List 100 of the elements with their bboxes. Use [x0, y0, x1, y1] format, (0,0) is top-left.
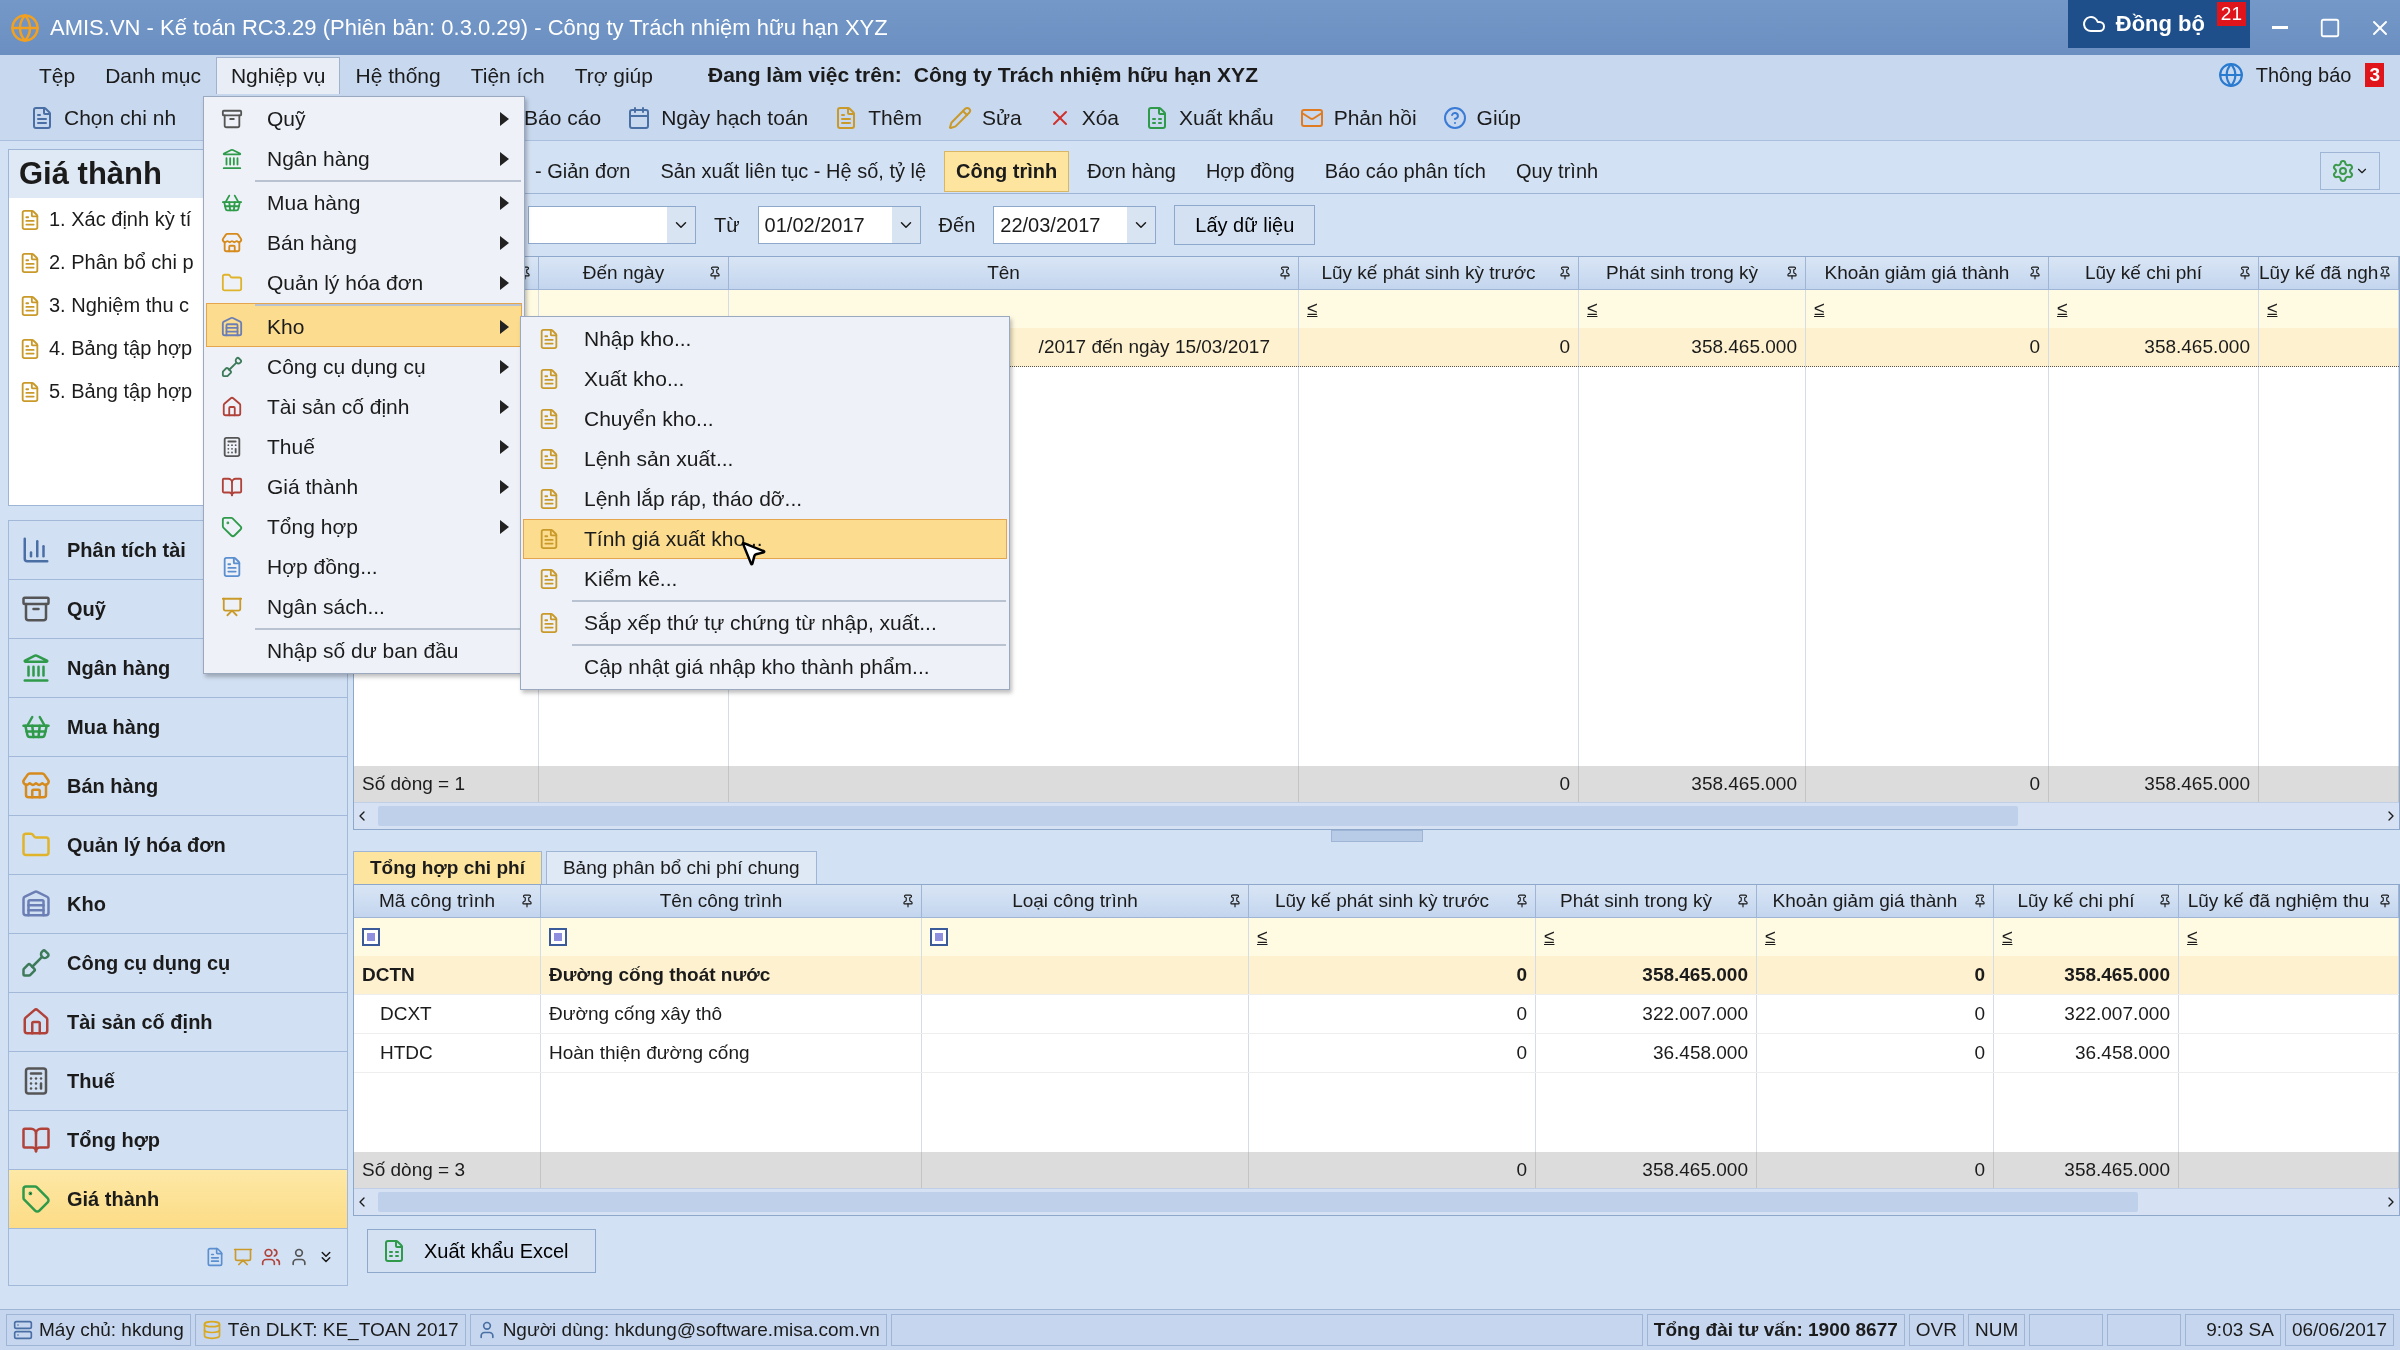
- nav-button[interactable]: Công cụ dụng cụ: [8, 934, 348, 993]
- pin-icon[interactable]: [1278, 266, 1292, 280]
- pin-icon[interactable]: [520, 894, 534, 908]
- table-row[interactable]: DCTN Đường cống thoát nước 0 358.465.000 0 358.465.000: [354, 956, 2399, 995]
- tab[interactable]: Đơn hàng: [1075, 150, 1188, 192]
- pin-icon[interactable]: [2378, 894, 2392, 908]
- menu-item[interactable]: Kiểm kê...: [523, 559, 1007, 599]
- filter-operator[interactable]: ≤: [1814, 298, 1825, 320]
- to-date-field[interactable]: 22/03/2017: [993, 206, 1157, 244]
- pin-icon[interactable]: [1515, 894, 1529, 908]
- toolbar-button[interactable]: Báo cáo: [524, 105, 602, 130]
- menu-item[interactable]: Nghiệp vụ: [215, 56, 341, 94]
- column-header[interactable]: Loại công trình: [1012, 890, 1138, 912]
- table-row[interactable]: DCXT Đường cống xây thô 0 322.007.000 0 322.007.000: [354, 995, 2399, 1034]
- toolbar-button[interactable]: Xóa: [1047, 105, 1120, 130]
- tab[interactable]: Tổng hợp chi phí: [353, 851, 542, 884]
- tab[interactable]: Sản xuất liên tục - Hệ số, tỷ lệ: [648, 150, 939, 192]
- toolbar-button[interactable]: Xuất khẩu: [1145, 105, 1274, 130]
- filter-condition-icon[interactable]: [362, 928, 380, 946]
- menu-item[interactable]: Quỹ: [206, 99, 522, 139]
- toolbar-button[interactable]: Sửa: [947, 105, 1022, 130]
- nav-button[interactable]: Tổng hợp: [8, 1111, 348, 1170]
- users-icon[interactable]: [261, 1247, 281, 1267]
- pin-icon[interactable]: [1228, 894, 1242, 908]
- pin-icon[interactable]: [1558, 266, 1572, 280]
- tab[interactable]: Quy trình: [1503, 150, 1611, 192]
- column-header[interactable]: Phát sinh trong kỳ: [1605, 262, 1759, 284]
- nav-button[interactable]: Kho: [8, 875, 348, 934]
- filter-operator[interactable]: ≤: [2187, 926, 2198, 948]
- filter-operator[interactable]: ≤: [2267, 298, 2278, 320]
- pin-icon[interactable]: [1973, 894, 1987, 908]
- column-header[interactable]: Lũy kế đã ngh: [2259, 262, 2379, 284]
- settings-button[interactable]: [2320, 152, 2380, 190]
- menu-item[interactable]: Tài sản cố định: [206, 387, 522, 427]
- menu-item[interactable]: Tiện ích: [455, 56, 560, 94]
- menu-item[interactable]: Giá thành: [206, 467, 522, 507]
- pin-icon[interactable]: [2158, 894, 2172, 908]
- menu-item[interactable]: Lệnh lắp ráp, tháo dỡ...: [523, 479, 1007, 519]
- nav-button[interactable]: Tài sản cố định: [8, 993, 348, 1052]
- nav-button[interactable]: Thuế: [8, 1052, 348, 1111]
- pin-icon[interactable]: [2028, 266, 2042, 280]
- filter-condition-icon[interactable]: [930, 928, 948, 946]
- horizontal-scrollbar[interactable]: [354, 802, 2399, 829]
- toolbar-button[interactable]: Phản hồi: [1299, 105, 1417, 130]
- globe-icon[interactable]: [2217, 62, 2244, 88]
- user-icon[interactable]: [289, 1247, 309, 1267]
- column-header[interactable]: Tên công trình: [659, 890, 783, 912]
- pin-icon[interactable]: [2238, 266, 2252, 280]
- column-header[interactable]: Lũy kế đã nghiệm thu: [2187, 890, 2370, 912]
- horizontal-scrollbar[interactable]: [354, 1188, 2399, 1215]
- nav-button[interactable]: Giá thành: [8, 1170, 348, 1229]
- toolbar-button[interactable]: Thêm: [834, 105, 922, 130]
- toolbar-button[interactable]: Ngày hạch toán: [627, 105, 809, 130]
- column-header[interactable]: Lũy kế chi phí: [2084, 262, 2203, 284]
- tab[interactable]: Công trình: [944, 150, 1070, 192]
- toolbar-button[interactable]: Chọn chi nh: [30, 105, 177, 130]
- column-header[interactable]: Khoản giảm giá thành: [1772, 890, 1958, 912]
- menu-item[interactable]: Bán hàng: [206, 223, 522, 263]
- tab[interactable]: Hợp đồng: [1193, 150, 1307, 192]
- filter-operator[interactable]: ≤: [1544, 926, 1555, 948]
- tab[interactable]: - Giản đơn: [523, 150, 643, 192]
- menu-item[interactable]: Quản lý hóa đơn: [206, 263, 522, 303]
- column-header[interactable]: Khoản giảm giá thành: [1824, 262, 2010, 284]
- column-header[interactable]: Đến ngày: [582, 262, 665, 284]
- filter-condition-icon[interactable]: [549, 928, 567, 946]
- menu-item[interactable]: Hệ thống: [340, 56, 456, 94]
- tab[interactable]: Bảng phân bổ chi phí chung: [545, 851, 817, 884]
- pin-icon[interactable]: [901, 894, 915, 908]
- nav-button[interactable]: Bán hàng: [8, 757, 348, 816]
- nav-button[interactable]: Mua hàng: [8, 698, 348, 757]
- column-header[interactable]: Lũy kế phát sinh kỳ trước: [1321, 262, 1536, 284]
- toolbar-button[interactable]: Giúp: [1442, 105, 1521, 130]
- nav-button[interactable]: Quản lý hóa đơn: [8, 816, 348, 875]
- column-header[interactable]: Lũy kế phát sinh kỳ trước: [1274, 890, 1490, 912]
- pin-icon[interactable]: [708, 266, 722, 280]
- table-row[interactable]: HTDC Hoàn thiện đường cống 0 36.458.000 0 36.458.000: [354, 1034, 2399, 1073]
- menu-item[interactable]: Kho: [206, 303, 522, 347]
- column-header[interactable]: Phát sinh trong kỳ: [1559, 890, 1713, 912]
- export-excel-button[interactable]: Xuất khẩu Excel: [367, 1229, 596, 1273]
- filter-operator[interactable]: ≤: [2002, 926, 2013, 948]
- tab[interactable]: Báo cáo phân tích: [1312, 150, 1498, 192]
- load-data-button[interactable]: Lấy dữ liệu: [1174, 205, 1316, 245]
- menu-item[interactable]: Thuế: [206, 427, 522, 467]
- column-header[interactable]: Tên: [987, 262, 1020, 284]
- pin-icon[interactable]: [2378, 266, 2393, 280]
- pin-icon[interactable]: [1736, 894, 1750, 908]
- filter-operator[interactable]: ≤: [1587, 298, 1598, 320]
- menu-item[interactable]: Lệnh sản xuất...: [523, 439, 1007, 479]
- from-date-field[interactable]: 01/02/2017: [757, 206, 921, 244]
- pin-icon[interactable]: [1785, 266, 1799, 280]
- filter-operator[interactable]: ≤: [1765, 926, 1776, 948]
- menu-item[interactable]: Tính giá xuất kho...: [523, 519, 1007, 559]
- splitter-handle[interactable]: [1330, 830, 1423, 842]
- column-header[interactable]: Mã công trình: [378, 890, 496, 912]
- menu-item[interactable]: Tệp: [24, 56, 91, 94]
- filter-operator[interactable]: ≤: [2057, 298, 2068, 320]
- sync-button[interactable]: Đồng bộ 21: [2067, 0, 2250, 48]
- document-icon[interactable]: [205, 1247, 225, 1267]
- notification-link[interactable]: Thông báo: [2255, 63, 2352, 87]
- filter-operator[interactable]: ≤: [1307, 298, 1318, 320]
